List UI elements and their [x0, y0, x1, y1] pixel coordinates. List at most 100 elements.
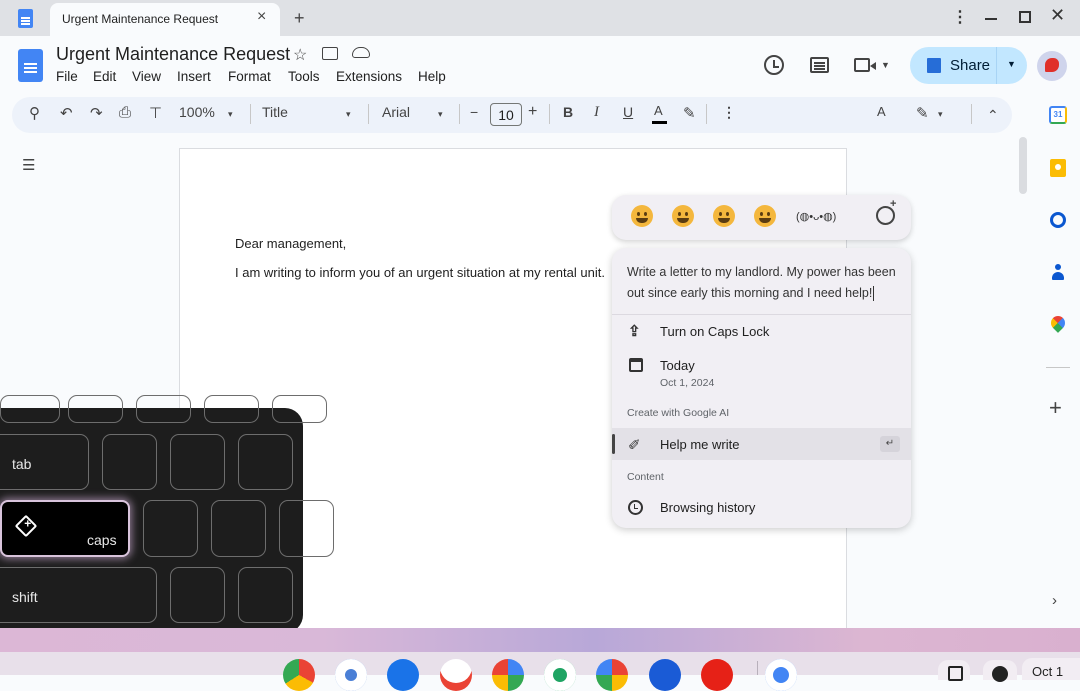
cloud-saved-icon[interactable]: [352, 47, 370, 58]
docs-app-icon[interactable]: [765, 659, 797, 691]
style-select[interactable]: Title: [262, 104, 288, 120]
smiling-big-eyes-emoji-icon[interactable]: [672, 205, 694, 227]
tasks-icon[interactable]: [1050, 212, 1066, 228]
contacts-icon[interactable]: [1052, 264, 1064, 280]
style-dropdown-icon[interactable]: ▾: [346, 109, 351, 120]
grinning-squinting-emoji-icon[interactable]: [713, 205, 735, 227]
shelf: [0, 652, 1080, 675]
meet-dropdown-icon[interactable]: ▼: [881, 60, 890, 70]
toolbar-divider: [368, 104, 369, 124]
prompt-input[interactable]: Write a letter to my landlord. My power …: [627, 262, 907, 304]
meet-camera-icon[interactable]: [854, 58, 870, 72]
browsing-history-option[interactable]: [612, 494, 911, 522]
chrome-app-icon[interactable]: [283, 659, 315, 691]
italic-button[interactable]: I: [594, 104, 599, 121]
underline-button[interactable]: U: [623, 104, 633, 120]
meet-app-icon[interactable]: [492, 659, 524, 691]
print-icon[interactable]: ⎙: [119, 104, 131, 121]
key[interactable]: [170, 567, 225, 623]
key[interactable]: [170, 434, 225, 490]
highlight-color-icon[interactable]: ✎: [683, 104, 696, 122]
key[interactable]: [102, 434, 157, 490]
document-outline-icon[interactable]: ☰: [22, 156, 35, 174]
menu-format[interactable]: Format: [228, 69, 271, 84]
share-dropdown-icon[interactable]: ▼: [1007, 59, 1016, 69]
slightly-smiling-emoji-icon[interactable]: [631, 205, 653, 227]
gmail-app-icon[interactable]: [440, 659, 472, 691]
account-avatar[interactable]: [1037, 51, 1067, 81]
key[interactable]: [272, 395, 327, 423]
zoom-dropdown-icon[interactable]: ▾: [228, 109, 233, 120]
screen-capture-icon[interactable]: [938, 660, 970, 680]
magic-pen-icon: ✐: [628, 436, 641, 454]
show-side-panel-icon[interactable]: ›: [1052, 592, 1057, 609]
date-option[interactable]: [612, 350, 911, 392]
key[interactable]: [143, 500, 198, 557]
calendar-icon[interactable]: 31: [1049, 106, 1067, 124]
docs-logo-icon[interactable]: [18, 49, 43, 82]
beaming-emoji-icon[interactable]: [754, 205, 776, 227]
youtube-app-icon[interactable]: [701, 659, 733, 691]
text-color-button[interactable]: A: [654, 103, 663, 118]
redo-icon[interactable]: ↷: [90, 104, 103, 122]
zoom-select[interactable]: 100%: [179, 104, 215, 120]
get-addons-icon[interactable]: +: [1049, 395, 1062, 421]
window-close-button[interactable]: ✕: [1050, 5, 1065, 26]
collapse-menus-icon[interactable]: ⌃: [987, 107, 999, 124]
key[interactable]: [0, 395, 60, 423]
star-icon[interactable]: ☆: [293, 45, 307, 65]
key[interactable]: [279, 500, 334, 557]
move-folder-icon[interactable]: [322, 47, 338, 60]
increase-font-size-button[interactable]: +: [528, 103, 537, 121]
more-options-icon[interactable]: ⋮: [722, 104, 736, 121]
menu-extensions[interactable]: Extensions: [336, 69, 402, 84]
editing-mode-dropdown-icon[interactable]: ▾: [938, 109, 943, 120]
date-label: Today: [660, 358, 695, 373]
comments-icon[interactable]: [810, 57, 829, 73]
font-select[interactable]: Arial: [382, 104, 410, 120]
document-scrollbar[interactable]: [1019, 137, 1027, 194]
version-history-icon[interactable]: [764, 55, 784, 75]
editing-mode-icon[interactable]: ✎: [916, 104, 929, 122]
menu-file[interactable]: File: [56, 69, 78, 84]
menu-insert[interactable]: Insert: [177, 69, 211, 84]
messages-app-icon[interactable]: [649, 659, 681, 691]
keep-icon[interactable]: [1050, 159, 1066, 177]
font-dropdown-icon[interactable]: ▾: [438, 109, 443, 120]
emoji-picker-icon[interactable]: [876, 206, 895, 225]
account-status-icon[interactable]: [983, 660, 1017, 680]
key[interactable]: [238, 567, 293, 623]
kaomoji-button[interactable]: (◍•ᴗ•◍): [796, 210, 836, 223]
undo-icon[interactable]: ↶: [60, 104, 73, 122]
menu-tools[interactable]: Tools: [288, 69, 320, 84]
tab-close-icon[interactable]: ×: [257, 8, 266, 26]
key[interactable]: [136, 395, 191, 423]
help-me-write-option[interactable]: [612, 428, 911, 460]
key[interactable]: [204, 395, 259, 423]
bold-button[interactable]: B: [563, 104, 573, 120]
key[interactable]: [238, 434, 293, 490]
key[interactable]: [211, 500, 266, 557]
gemini-app-icon[interactable]: [335, 659, 367, 691]
paint-format-icon[interactable]: ⊤: [149, 104, 162, 122]
maximize-button[interactable]: [1019, 11, 1031, 23]
font-size-input[interactable]: [490, 103, 522, 126]
document-title[interactable]: Urgent Maintenance Request: [56, 44, 290, 65]
decrease-font-size-button[interactable]: −: [470, 104, 478, 120]
new-tab-button[interactable]: +: [294, 8, 305, 29]
minimize-button[interactable]: [985, 6, 997, 20]
system-tray-date[interactable]: Oct 1: [1022, 658, 1080, 680]
files-app-icon[interactable]: [387, 659, 419, 691]
play-store-app-icon[interactable]: [544, 659, 576, 691]
share-label: Share: [950, 57, 990, 74]
menu-edit[interactable]: Edit: [93, 69, 116, 84]
menu-view[interactable]: View: [132, 69, 161, 84]
key[interactable]: [68, 395, 123, 423]
menu-help[interactable]: Help: [418, 69, 446, 84]
spellcheck-icon[interactable]: A: [877, 104, 886, 119]
search-menus-icon[interactable]: ⚲: [29, 104, 40, 122]
window-menu-icon[interactable]: ⋮: [952, 7, 968, 27]
text-cursor: [873, 286, 874, 301]
maps-icon[interactable]: [1048, 313, 1068, 333]
photos-app-icon[interactable]: [596, 659, 628, 691]
